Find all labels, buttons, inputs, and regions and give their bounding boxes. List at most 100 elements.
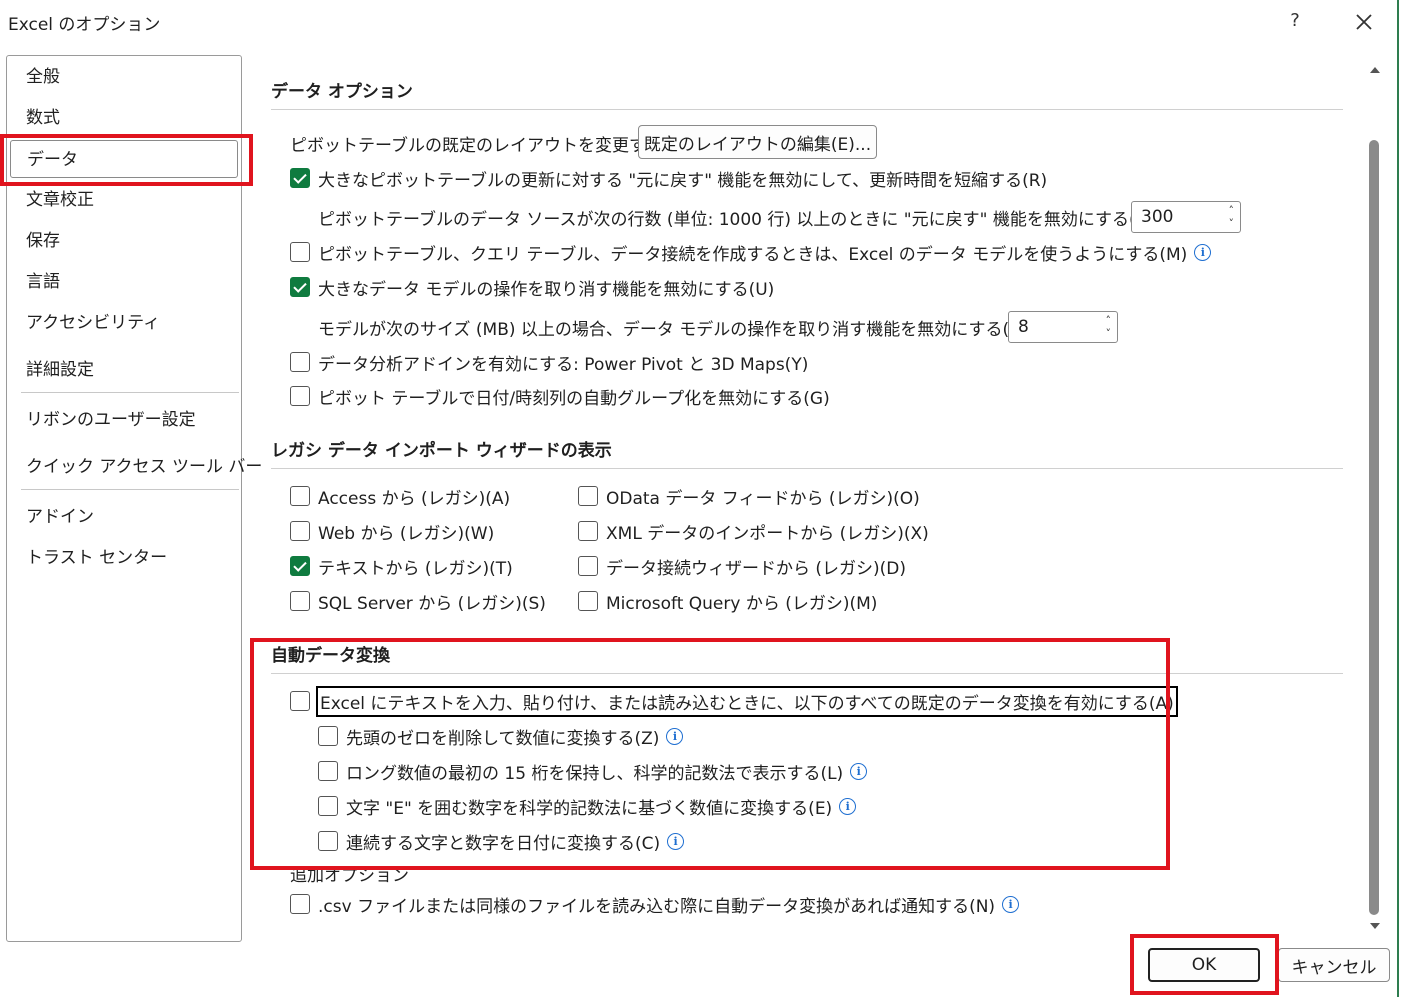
info-icon[interactable]: i xyxy=(1194,243,1212,261)
undo-large-model-checkbox[interactable] xyxy=(290,277,310,297)
section-divider xyxy=(271,673,1343,674)
nav-item-trust-center[interactable]: トラスト センター xyxy=(7,539,241,577)
option-row[interactable]: ピボット テーブルで日付/時刻列の自動グループ化を無効にする(G) xyxy=(290,381,830,411)
spinner-arrows-icon[interactable]: ˄ ˅ xyxy=(1229,204,1235,230)
info-icon[interactable]: i xyxy=(667,832,685,850)
convert-e-notation-label: 文字 "E" を囲む数字を科学的記数法に基づく数値に変換する(E) xyxy=(346,798,833,819)
model-size-value: 8 xyxy=(1018,317,1029,337)
legacy-msquery-label: Microsoft Query から (レガシ)(M) xyxy=(606,593,878,614)
model-size-spinner[interactable]: 8 ˄ ˅ xyxy=(1008,311,1118,343)
nav-item-save[interactable]: 保存 xyxy=(7,222,241,260)
title-bar: Excel のオプション ? xyxy=(0,0,1399,42)
section-divider xyxy=(271,468,1343,469)
option-row[interactable]: ピボットテーブル、クエリ テーブル、データ接続を作成するときは、Excel のデ… xyxy=(290,237,1212,267)
nav-item-quick-access-toolbar[interactable]: クイック アクセス ツール バー xyxy=(7,448,262,486)
option-row[interactable]: 文字 "E" を囲む数字を科学的記数法に基づく数値に変換する(E) i xyxy=(318,791,857,821)
help-button[interactable]: ? xyxy=(1282,8,1308,34)
option-row[interactable]: 連続する文字と数字を日付に変換する(C) i xyxy=(318,826,685,856)
legacy-item[interactable]: Web から (レガシ)(W) xyxy=(290,516,494,546)
nav-divider xyxy=(21,489,239,490)
scroll-down-arrow-icon[interactable] xyxy=(1367,918,1383,934)
extra-options-heading: 追加オプション xyxy=(290,861,409,886)
cancel-button[interactable]: キャンセル xyxy=(1278,948,1390,982)
nav-item-addins[interactable]: アドイン xyxy=(7,498,241,536)
undo-rows-label: ピボットテーブルのデータ ソースが次の行数 (単位: 1000 行) 以上のとき… xyxy=(318,209,1161,230)
legacy-msquery-checkbox[interactable] xyxy=(578,591,598,611)
legacy-odata-checkbox[interactable] xyxy=(578,486,598,506)
use-data-model-checkbox[interactable] xyxy=(290,242,310,262)
remove-leading-zeros-checkbox[interactable] xyxy=(318,726,338,746)
enable-addins-checkbox[interactable] xyxy=(290,352,310,372)
legacy-dataconn-checkbox[interactable] xyxy=(578,556,598,576)
enable-all-conversions-checkbox[interactable] xyxy=(290,691,310,711)
close-icon[interactable] xyxy=(1350,8,1378,36)
undo-large-pivot-checkbox[interactable] xyxy=(290,168,310,188)
nav-item-general[interactable]: 全般 xyxy=(7,58,241,96)
legacy-item[interactable]: OData データ フィードから (レガシ)(O) xyxy=(578,481,920,511)
option-row[interactable]: ロング数値の最初の 15 桁を保持し、科学的記数法で表示する(L) i xyxy=(318,756,868,786)
convert-dates-label: 連続する文字と数字を日付に変換する(C) xyxy=(346,833,661,854)
undo-rows-value: 300 xyxy=(1141,207,1174,227)
legacy-item[interactable]: SQL Server から (レガシ)(S) xyxy=(290,586,546,616)
undo-rows-row: ピボットテーブルのデータ ソースが次の行数 (単位: 1000 行) 以上のとき… xyxy=(318,202,1161,232)
nav-divider xyxy=(21,392,239,393)
section-title-auto-convert: 自動データ変換 xyxy=(271,646,390,666)
extra-options-title: 追加オプション xyxy=(290,865,409,886)
nav-item-accessibility[interactable]: アクセシビリティ xyxy=(7,304,241,342)
scroll-up-arrow-icon[interactable] xyxy=(1367,62,1383,78)
legacy-item[interactable]: Microsoft Query から (レガシ)(M) xyxy=(578,586,877,616)
legacy-access-checkbox[interactable] xyxy=(290,486,310,506)
content-panel: データ オプション ピボットテーブルの既定のレイアウトを変更する: 既定のレイア… xyxy=(258,55,1358,945)
legacy-text-label: テキストから (レガシ)(T) xyxy=(318,558,513,579)
option-row[interactable]: 大きなピボットテーブルの更新に対する "元に戻す" 機能を無効にして、更新時間を… xyxy=(290,163,1047,193)
option-row[interactable]: 先頭のゼロを削除して数値に変換する(Z) i xyxy=(318,721,684,751)
legacy-item[interactable]: データ接続ウィザードから (レガシ)(D) xyxy=(578,551,906,581)
legacy-xml-checkbox[interactable] xyxy=(578,521,598,541)
legacy-access-label: Access から (レガシ)(A) xyxy=(318,488,511,509)
notify-conversion-checkbox[interactable] xyxy=(290,894,310,914)
enable-all-conversions-label: Excel にテキストを入力、貼り付け、または読み込むときに、以下のすべての既定… xyxy=(316,685,1178,717)
undo-large-model-label: 大きなデータ モデルの操作を取り消す機能を無効にする(U) xyxy=(318,279,775,300)
info-icon[interactable]: i xyxy=(839,797,857,815)
legacy-sql-checkbox[interactable] xyxy=(290,591,310,611)
info-icon[interactable]: i xyxy=(850,762,868,780)
info-icon[interactable]: i xyxy=(666,727,684,745)
window-title: Excel のオプション xyxy=(8,15,161,35)
pivot-layout-label: ピボットテーブルの既定のレイアウトを変更する: xyxy=(290,135,669,156)
nav-item-advanced[interactable]: 詳細設定 xyxy=(7,351,241,389)
legacy-text-checkbox[interactable] xyxy=(290,556,310,576)
disable-date-grouping-label: ピボット テーブルで日付/時刻列の自動グループ化を無効にする(G) xyxy=(318,388,830,409)
category-sidebar: 全般 数式 データ 文章校正 保存 言語 アクセシビリティ 詳細設定 リボンのユ… xyxy=(6,55,262,942)
nav-item-data[interactable]: データ xyxy=(10,140,238,178)
legacy-item[interactable]: Access から (レガシ)(A) xyxy=(290,481,510,511)
option-row[interactable]: 大きなデータ モデルの操作を取り消す機能を無効にする(U) xyxy=(290,272,774,302)
scrollbar-thumb[interactable] xyxy=(1369,140,1379,915)
nav-item-formulas[interactable]: 数式 xyxy=(7,99,241,137)
undo-rows-spinner[interactable]: 300 ˄ ˅ xyxy=(1131,201,1241,233)
use-data-model-label: ピボットテーブル、クエリ テーブル、データ接続を作成するときは、Excel のデ… xyxy=(318,244,1188,265)
convert-e-notation-checkbox[interactable] xyxy=(318,796,338,816)
legacy-xml-label: XML データのインポートから (レガシ)(X) xyxy=(606,523,929,544)
edit-default-layout-button[interactable]: 既定のレイアウトの編集(E)... xyxy=(638,125,877,159)
disable-date-grouping-checkbox[interactable] xyxy=(290,386,310,406)
spinner-arrows-icon[interactable]: ˄ ˅ xyxy=(1106,314,1112,340)
legacy-web-checkbox[interactable] xyxy=(290,521,310,541)
option-row[interactable]: データ分析アドインを有効にする: Power Pivot と 3D Maps(Y… xyxy=(290,347,808,377)
convert-dates-checkbox[interactable] xyxy=(318,831,338,851)
model-size-label: モデルが次のサイズ (MB) 以上の場合、データ モデルの操作を取り消す機能を無… xyxy=(318,319,1031,340)
option-row[interactable]: Excel にテキストを入力、貼り付け、または読み込むときに、以下のすべての既定… xyxy=(290,685,1178,717)
info-icon[interactable]: i xyxy=(1002,895,1020,913)
nav-item-customize-ribbon[interactable]: リボンのユーザー設定 xyxy=(7,401,241,439)
legacy-item[interactable]: XML データのインポートから (レガシ)(X) xyxy=(578,516,929,546)
ok-button[interactable]: OK xyxy=(1148,948,1260,982)
section-divider xyxy=(271,109,1343,110)
keep-15-digits-checkbox[interactable] xyxy=(318,761,338,781)
notify-conversion-label: .csv ファイルまたは同様のファイルを読み込む際に自動データ変換があれば通知す… xyxy=(318,896,996,917)
section-title-data-options: データ オプション xyxy=(271,82,413,102)
section-title-legacy: レガシ データ インポート ウィザードの表示 xyxy=(271,441,612,461)
nav-item-proofing[interactable]: 文章校正 xyxy=(7,181,241,219)
option-row[interactable]: .csv ファイルまたは同様のファイルを読み込む際に自動データ変換があれば通知す… xyxy=(290,889,1020,919)
legacy-item[interactable]: テキストから (レガシ)(T) xyxy=(290,551,513,581)
nav-item-language[interactable]: 言語 xyxy=(7,263,241,301)
keep-15-digits-label: ロング数値の最初の 15 桁を保持し、科学的記数法で表示する(L) xyxy=(346,763,844,784)
